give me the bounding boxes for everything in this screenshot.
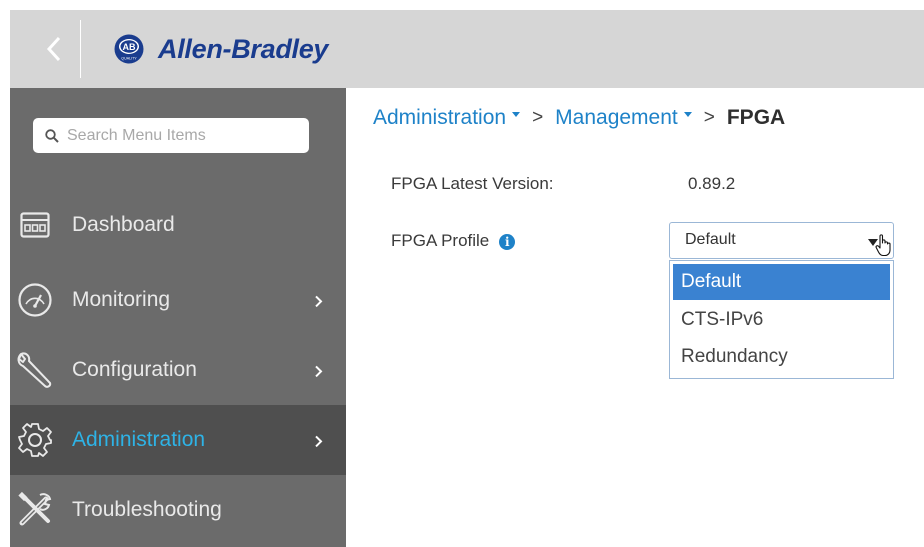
sidebar-item-label: Configuration [72, 358, 197, 381]
caret-down-icon [512, 111, 521, 117]
top-header: AB QUALITY Allen-Bradley [10, 10, 924, 88]
option-redundancy[interactable]: Redundancy [673, 339, 890, 375]
chevron-right-icon [315, 365, 323, 378]
breadcrumb-management[interactable]: Management [555, 106, 692, 130]
breadcrumb-administration[interactable]: Administration [373, 106, 521, 130]
fpga-profile-label: FPGA Profile [391, 231, 490, 250]
sidebar-item-label: Administration [72, 428, 206, 451]
brand-logo: AB QUALITY Allen-Bradley [114, 28, 328, 70]
allen-bradley-badge-icon: AB QUALITY [114, 34, 144, 64]
fpga-latest-version-value: 0.89.2 [688, 174, 736, 193]
svg-text:QUALITY: QUALITY [121, 57, 137, 61]
gear-icon [14, 419, 56, 461]
hand-pointer-icon [875, 234, 891, 257]
dashboard-icon [14, 204, 56, 246]
sidebar-item-troubleshooting[interactable]: Troubleshooting [10, 475, 346, 545]
sidebar-item-configuration[interactable]: Configuration [10, 335, 346, 405]
chevron-right-icon [315, 295, 323, 308]
breadcrumb-label: Management [555, 106, 678, 129]
tools-icon [14, 489, 56, 531]
header-divider [80, 20, 81, 78]
main-content: Administration > Management > FPGA FPGA … [346, 88, 924, 547]
search-icon [45, 128, 59, 143]
breadcrumb-separator: > [532, 107, 544, 128]
fpga-profile-select[interactable]: Default [669, 222, 894, 259]
caret-down-icon [683, 111, 692, 117]
breadcrumb-separator: > [703, 107, 715, 128]
app-window: AB QUALITY Allen-Bradley Search Menu Ite… [10, 10, 924, 547]
chevron-left-icon [46, 36, 61, 62]
option-cts-ipv6[interactable]: CTS-IPv6 [673, 302, 890, 338]
sidebar-item-administration[interactable]: Administration [10, 405, 346, 475]
search-input[interactable] [67, 126, 287, 145]
sidebar-item-label: Dashboard [72, 213, 175, 236]
brand-name: Allen-Bradley [158, 33, 329, 64]
sidebar-item-label: Troubleshooting [72, 498, 222, 521]
back-button[interactable] [30, 24, 78, 74]
gauge-icon [14, 279, 56, 321]
info-icon[interactable]: i [499, 233, 516, 250]
fpga-latest-version-label: FPGA Latest Version: [391, 174, 554, 193]
sidebar-item-dashboard[interactable]: Dashboard [10, 190, 346, 260]
sidebar: Dashboard Monitoring [10, 88, 346, 547]
fpga-profile-label-row: FPGA Profile i [391, 231, 516, 251]
breadcrumb: Administration > Management > FPGA [373, 106, 785, 130]
fpga-profile-dropdown: Default CTS-IPv6 Redundancy [669, 260, 894, 379]
svg-text:AB: AB [123, 42, 136, 52]
chevron-right-icon [315, 435, 323, 448]
select-value: Default [685, 231, 736, 248]
page-title: FPGA [726, 106, 786, 129]
breadcrumb-label: Administration [373, 106, 507, 129]
search-box[interactable] [33, 118, 309, 153]
sidebar-item-label: Monitoring [72, 288, 171, 311]
option-default[interactable]: Default [673, 264, 890, 300]
sidebar-item-monitoring[interactable]: Monitoring [10, 265, 346, 335]
wrench-icon [14, 349, 56, 391]
